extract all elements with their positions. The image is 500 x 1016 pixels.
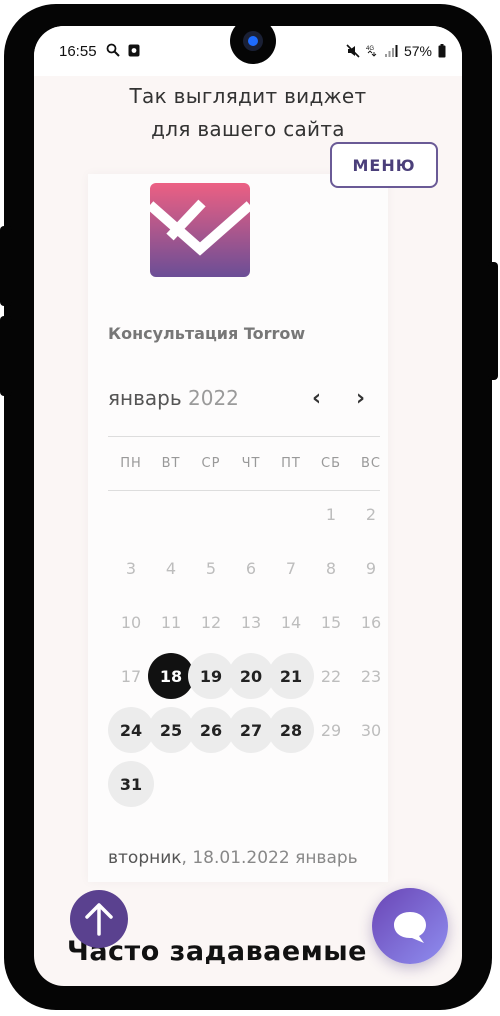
battery-icon bbox=[438, 44, 446, 58]
scroll-to-top-button[interactable] bbox=[70, 890, 128, 948]
next-month-button[interactable]: › bbox=[356, 386, 365, 411]
calendar-month-label: январь 2022 bbox=[108, 386, 239, 410]
weekday-label: СР bbox=[201, 456, 221, 471]
calendar-day: 2 bbox=[365, 504, 377, 524]
status-notification-icons bbox=[106, 43, 140, 59]
year-name: 2022 bbox=[188, 386, 239, 410]
weekday-label: СБ bbox=[321, 456, 341, 471]
calendar-day: 30 bbox=[360, 720, 382, 740]
camera-indicator bbox=[248, 36, 258, 46]
screen-record-icon bbox=[128, 44, 140, 57]
menu-button[interactable]: МЕНЮ bbox=[330, 142, 438, 188]
phone-side-button bbox=[488, 262, 498, 380]
arrow-up-icon bbox=[85, 903, 113, 936]
page-heading-line1: Так выглядит виджет bbox=[129, 84, 367, 108]
status-right: 4G 57% bbox=[346, 43, 446, 59]
torrow-logo-icon bbox=[150, 183, 250, 277]
divider bbox=[108, 490, 380, 491]
front-camera bbox=[230, 26, 276, 64]
camera-lens bbox=[243, 31, 263, 51]
status-time: 16:55 bbox=[59, 43, 97, 60]
calendar-day: 23 bbox=[360, 666, 382, 686]
selected-weekday: вторник bbox=[108, 848, 182, 868]
phone-side-button bbox=[0, 226, 12, 306]
calendar-day[interactable]: 31 bbox=[108, 761, 154, 807]
service-title: Консультация Torrow bbox=[108, 324, 306, 343]
page-heading-line2: для вашего сайта bbox=[151, 117, 345, 141]
weekday-label: ВТ bbox=[161, 456, 181, 471]
month-name: январь bbox=[108, 386, 182, 410]
battery-percentage: 57% bbox=[403, 43, 432, 59]
calendar-day: 9 bbox=[365, 558, 377, 578]
search-icon bbox=[106, 43, 120, 57]
phone-screen: 16:55 4G 57% Так выглядит виджет для ваш… bbox=[34, 26, 462, 986]
selected-date-text: , 18.01.2022 январь bbox=[181, 848, 358, 868]
selected-date-label: вторник, 18.01.2022 январь bbox=[108, 848, 358, 868]
chat-button[interactable] bbox=[372, 888, 448, 964]
network-4g-icon: 4G bbox=[366, 46, 377, 57]
prev-month-button[interactable]: ‹ bbox=[312, 386, 321, 411]
status-bar: 16:55 4G 57% bbox=[34, 26, 462, 76]
calendar-day: 16 bbox=[360, 612, 382, 632]
signal-icon bbox=[384, 45, 398, 57]
weekday-label: ПН bbox=[120, 456, 142, 471]
weekday-label: ЧТ bbox=[241, 456, 261, 471]
mute-icon bbox=[346, 44, 360, 58]
weekday-label: ПТ bbox=[281, 456, 301, 471]
phone-side-button bbox=[0, 316, 12, 396]
divider bbox=[108, 436, 380, 437]
weekday-label: ВС bbox=[361, 456, 381, 471]
chat-bubble-icon bbox=[394, 912, 426, 943]
